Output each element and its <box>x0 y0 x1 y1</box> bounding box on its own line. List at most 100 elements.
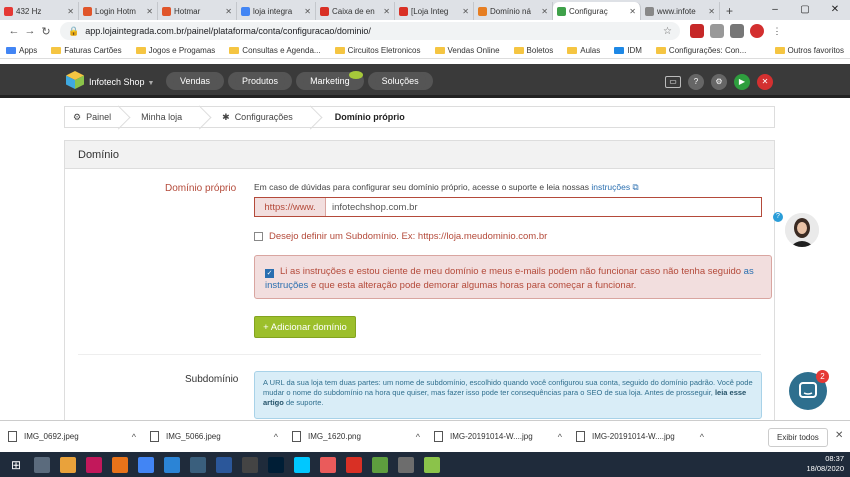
taskbar-app-icon[interactable] <box>372 456 388 473</box>
taskbar-app-icon[interactable] <box>34 456 50 473</box>
tab-close-icon[interactable]: ✕ <box>462 7 469 16</box>
taskbar-app-icon[interactable] <box>268 456 284 473</box>
tab-title: Configuraç <box>569 6 608 16</box>
breadcrumb-configuracoes[interactable]: ✱ Configurações <box>210 107 321 127</box>
taskbar-app-icon[interactable] <box>138 456 154 473</box>
bookmark-item[interactable]: Configurações: Con... <box>655 46 746 55</box>
other-bookmarks[interactable]: Outros favoritos <box>774 46 844 55</box>
extension-icon[interactable] <box>690 24 704 38</box>
help-icon[interactable]: ? <box>688 74 704 90</box>
reload-icon[interactable]: ↻ <box>38 25 54 38</box>
taskbar-app-icon[interactable] <box>164 456 180 473</box>
maximize-icon[interactable]: ▢ <box>790 0 820 20</box>
add-domain-button[interactable]: + Adicionar domínio <box>254 316 356 338</box>
terms-checkbox[interactable]: ✓ <box>265 269 274 278</box>
chevron-up-icon[interactable]: ^ <box>132 432 136 442</box>
subdomain-info-box: A URL da sua loja tem duas partes: um no… <box>254 371 762 419</box>
profile-avatar[interactable] <box>750 24 764 38</box>
minimize-icon[interactable]: – <box>760 0 790 20</box>
tab-close-icon[interactable]: ✕ <box>225 7 232 16</box>
browser-tab[interactable]: Caixa de en ✕ <box>316 2 395 20</box>
nav-produtos[interactable]: Produtos <box>228 72 293 90</box>
forward-icon[interactable]: → <box>22 25 38 37</box>
browser-tab[interactable]: Configuraç ✕ <box>553 2 641 20</box>
tab-favicon-icon <box>4 6 13 16</box>
help-bubble-icon[interactable]: ? <box>773 212 783 222</box>
download-item[interactable]: IMG_1620.png ^ <box>292 431 434 442</box>
subdomain-option[interactable]: Desejo definir um Subdomínio. Ex: https:… <box>254 231 547 242</box>
bookmark-item[interactable]: Vendas Online <box>434 45 500 55</box>
bookmark-item[interactable]: Aulas <box>567 46 600 55</box>
bookmark-item[interactable]: Boletos <box>513 46 553 55</box>
folder-icon <box>513 46 524 54</box>
taskbar-app-icon[interactable] <box>60 456 76 473</box>
play-icon[interactable]: ▶ <box>734 74 750 90</box>
bookmark-item[interactable]: Circuitos Eletronicos <box>334 46 421 55</box>
new-tab-button[interactable]: + <box>720 2 739 20</box>
chevron-up-icon[interactable]: ^ <box>558 432 562 442</box>
tab-close-icon[interactable]: ✕ <box>146 7 153 16</box>
nav-vendas[interactable]: Vendas <box>166 72 225 90</box>
taskbar-app-icon[interactable] <box>112 456 128 473</box>
store-switcher[interactable]: Infotech Shop ▼ <box>89 77 154 87</box>
taskbar-app-icon[interactable] <box>190 456 206 473</box>
taskbar-app-icon[interactable] <box>294 456 310 473</box>
download-item[interactable]: IMG-20191014-W....jpg ^ <box>434 431 576 442</box>
support-agent-avatar[interactable] <box>785 213 819 247</box>
tab-close-icon[interactable]: ✕ <box>708 7 715 16</box>
taskbar-app-icon[interactable] <box>216 456 232 473</box>
tab-close-icon[interactable]: ✕ <box>67 7 74 16</box>
browser-tab[interactable]: loja integra ✕ <box>237 2 316 20</box>
chevron-up-icon[interactable]: ^ <box>416 432 420 442</box>
bookmark-label: Vendas Online <box>447 45 500 55</box>
tab-close-icon[interactable]: ✕ <box>629 7 636 16</box>
puzzle-icon[interactable] <box>730 24 744 38</box>
taskbar-app-icon[interactable] <box>398 456 414 473</box>
browser-tab[interactable]: Login Hotm ✕ <box>79 2 158 20</box>
show-all-downloads-button[interactable]: Exibir todos <box>768 428 828 447</box>
gear-icon[interactable]: ⚙ <box>711 74 727 90</box>
breadcrumb-minha-loja[interactable]: Minha loja <box>129 107 210 127</box>
taskbar-app-icon[interactable] <box>86 456 102 473</box>
back-icon[interactable]: ← <box>6 25 22 37</box>
bookmark-item[interactable]: Jogos e Progamas <box>135 46 215 55</box>
system-clock[interactable]: 08:37 18/08/2020 <box>806 454 844 474</box>
browser-tab[interactable]: Hotmar ✕ <box>158 2 237 20</box>
taskbar-app-icon[interactable] <box>346 456 362 473</box>
browser-tab[interactable]: 432 Hz ✕ <box>0 2 79 20</box>
nav-marketing[interactable]: Marketing <box>296 71 364 90</box>
download-item[interactable]: IMG-20191014-W....jpg ^ <box>576 431 718 442</box>
tab-close-icon[interactable]: ✕ <box>304 7 311 16</box>
download-item[interactable]: IMG_0692.jpeg ^ <box>8 431 150 442</box>
domain-input[interactable] <box>326 198 761 216</box>
taskbar-app-icon[interactable] <box>424 456 440 473</box>
menu-dots-icon[interactable]: ⋮ <box>770 24 784 38</box>
breadcrumb-painel[interactable]: ⚙ Painel <box>65 107 129 127</box>
browser-tab[interactable]: www.infote ✕ <box>641 2 720 20</box>
extension-icon[interactable] <box>710 24 724 38</box>
browser-tab[interactable]: [Loja Integ ✕ <box>395 2 474 20</box>
taskbar-app-icon[interactable] <box>242 456 258 473</box>
bookmark-item[interactable]: Faturas Cartões <box>51 46 122 55</box>
browser-tab[interactable]: Domínio ná ✕ <box>474 2 553 20</box>
monitor-icon[interactable]: ▭ <box>665 76 681 88</box>
subdomain-checkbox[interactable] <box>254 232 263 241</box>
taskbar-app-icon[interactable] <box>320 456 336 473</box>
close-icon[interactable]: ✕ <box>757 74 773 90</box>
chevron-up-icon[interactable]: ^ <box>700 432 704 442</box>
bookmark-item[interactable]: IDM <box>614 46 642 55</box>
download-item[interactable]: IMG_5066.jpeg ^ <box>150 431 292 442</box>
close-downloads-icon[interactable]: ✕ <box>835 430 843 441</box>
url-field[interactable]: 🔒 app.lojaintegrada.com.br/painel/plataf… <box>60 22 680 40</box>
windows-taskbar: ⊞ 08:37 18/08/2020 <box>0 452 850 477</box>
bookmark-item[interactable]: Consultas e Agenda... <box>229 46 321 55</box>
bookmark-star-icon[interactable]: ☆ <box>663 26 672 37</box>
tab-close-icon[interactable]: ✕ <box>383 7 390 16</box>
tab-close-icon[interactable]: ✕ <box>541 7 548 16</box>
chevron-up-icon[interactable]: ^ <box>274 432 278 442</box>
close-window-icon[interactable]: ✕ <box>820 0 850 20</box>
bookmark-item[interactable]: Apps <box>6 46 37 55</box>
instructions-link[interactable]: instruções <box>591 182 630 192</box>
windows-start-icon[interactable]: ⊞ <box>8 457 24 473</box>
nav-solucoes[interactable]: Soluções <box>367 72 433 90</box>
